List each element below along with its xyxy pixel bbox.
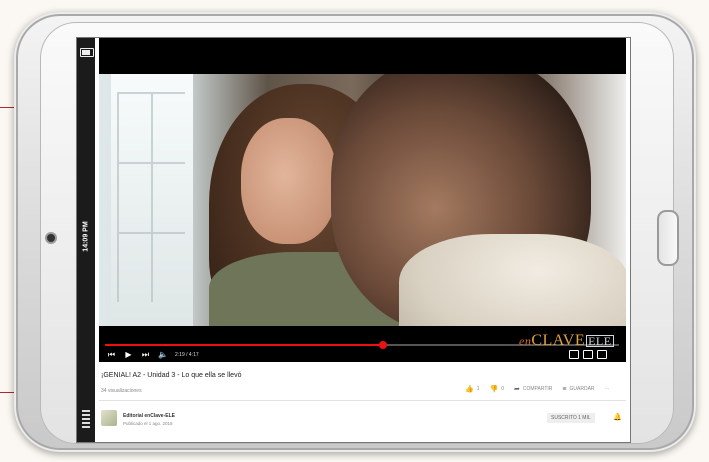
publish-date: Publicado el 1 ago. 2018 bbox=[123, 421, 173, 426]
channel-name[interactable]: Editorial enClave-ELE bbox=[123, 413, 175, 419]
share-icon: ➦ bbox=[514, 386, 520, 393]
like-button[interactable]: 👍 1 bbox=[465, 385, 480, 393]
subtitles-icon[interactable] bbox=[569, 350, 579, 359]
previous-icon[interactable]: ⏮ bbox=[107, 350, 116, 360]
man-shoulder bbox=[399, 234, 626, 326]
video-title: ¡GENIAL! A2 - Unidad 3 - Lo que ella se … bbox=[101, 372, 242, 379]
home-button[interactable] bbox=[657, 210, 679, 266]
subscribe-button[interactable]: SUSCRITO 1 MIL bbox=[547, 413, 595, 423]
volume-icon[interactable]: 🔈 bbox=[158, 350, 168, 360]
camera-icon bbox=[47, 234, 55, 242]
channel-avatar[interactable] bbox=[101, 410, 117, 426]
view-count: 34 visualizaciones bbox=[101, 388, 142, 394]
video-player[interactable]: ⏮ ▶ ⏭ 🔈 2:19 / 4:17 enCLAVE ELE bbox=[99, 38, 626, 362]
tablet-screen: 14:09 PM ⏮ ▶ ⏭ 🔈 2:19 / 4:17 enCLAVE ELE… bbox=[77, 38, 630, 442]
bell-icon[interactable]: 🔔 bbox=[613, 413, 622, 421]
divider bbox=[99, 400, 626, 401]
window-panes bbox=[117, 92, 185, 302]
status-bar: 14:09 PM bbox=[77, 38, 95, 442]
player-right-controls bbox=[569, 350, 607, 359]
player-controls: ⏮ ▶ ⏭ 🔈 2:19 / 4:17 bbox=[107, 350, 199, 360]
more-button[interactable]: ··· bbox=[605, 386, 610, 392]
time-display: 2:19 / 4:17 bbox=[175, 352, 199, 358]
video-actions: 👍 1 👎 0 ➦ COMPARTIR ≡ GUARDAR ··· bbox=[465, 385, 610, 394]
woman-face bbox=[241, 118, 337, 244]
play-icon[interactable]: ▶ bbox=[124, 350, 133, 360]
progress-handle[interactable] bbox=[378, 341, 387, 349]
add-playlist-icon: ≡ bbox=[562, 385, 567, 393]
share-button[interactable]: ➦ COMPARTIR bbox=[514, 385, 552, 393]
menu-icon[interactable] bbox=[82, 410, 90, 430]
progress-fill bbox=[105, 344, 383, 346]
fullscreen-icon[interactable] bbox=[597, 350, 607, 359]
dislike-button[interactable]: 👎 0 bbox=[490, 385, 505, 393]
enclave-ele-logo: enCLAVE ELE bbox=[519, 332, 614, 349]
letterbox-top bbox=[99, 38, 626, 74]
next-icon[interactable]: ⏭ bbox=[141, 350, 150, 360]
thumbs-up-icon: 👍 bbox=[465, 386, 474, 393]
thumbs-down-icon: 👎 bbox=[489, 386, 499, 393]
save-button[interactable]: ≡ GUARDAR bbox=[562, 386, 594, 393]
status-clock: 14:09 PM bbox=[82, 221, 90, 252]
settings-icon[interactable] bbox=[583, 350, 593, 359]
battery-icon bbox=[80, 48, 94, 57]
video-frame[interactable] bbox=[99, 74, 626, 326]
